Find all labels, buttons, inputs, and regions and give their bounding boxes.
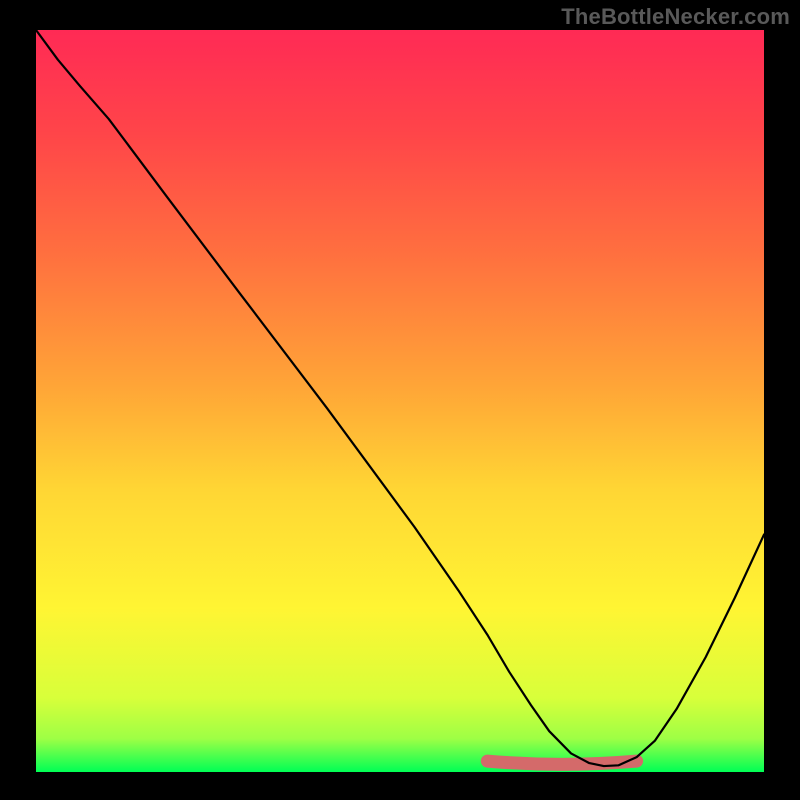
chart-container: TheBottleNecker.com [0,0,800,800]
plot-background [36,30,764,772]
flat-bottom-segment [487,761,636,764]
watermark-text: TheBottleNecker.com [561,4,790,30]
bottleneck-chart [0,0,800,800]
